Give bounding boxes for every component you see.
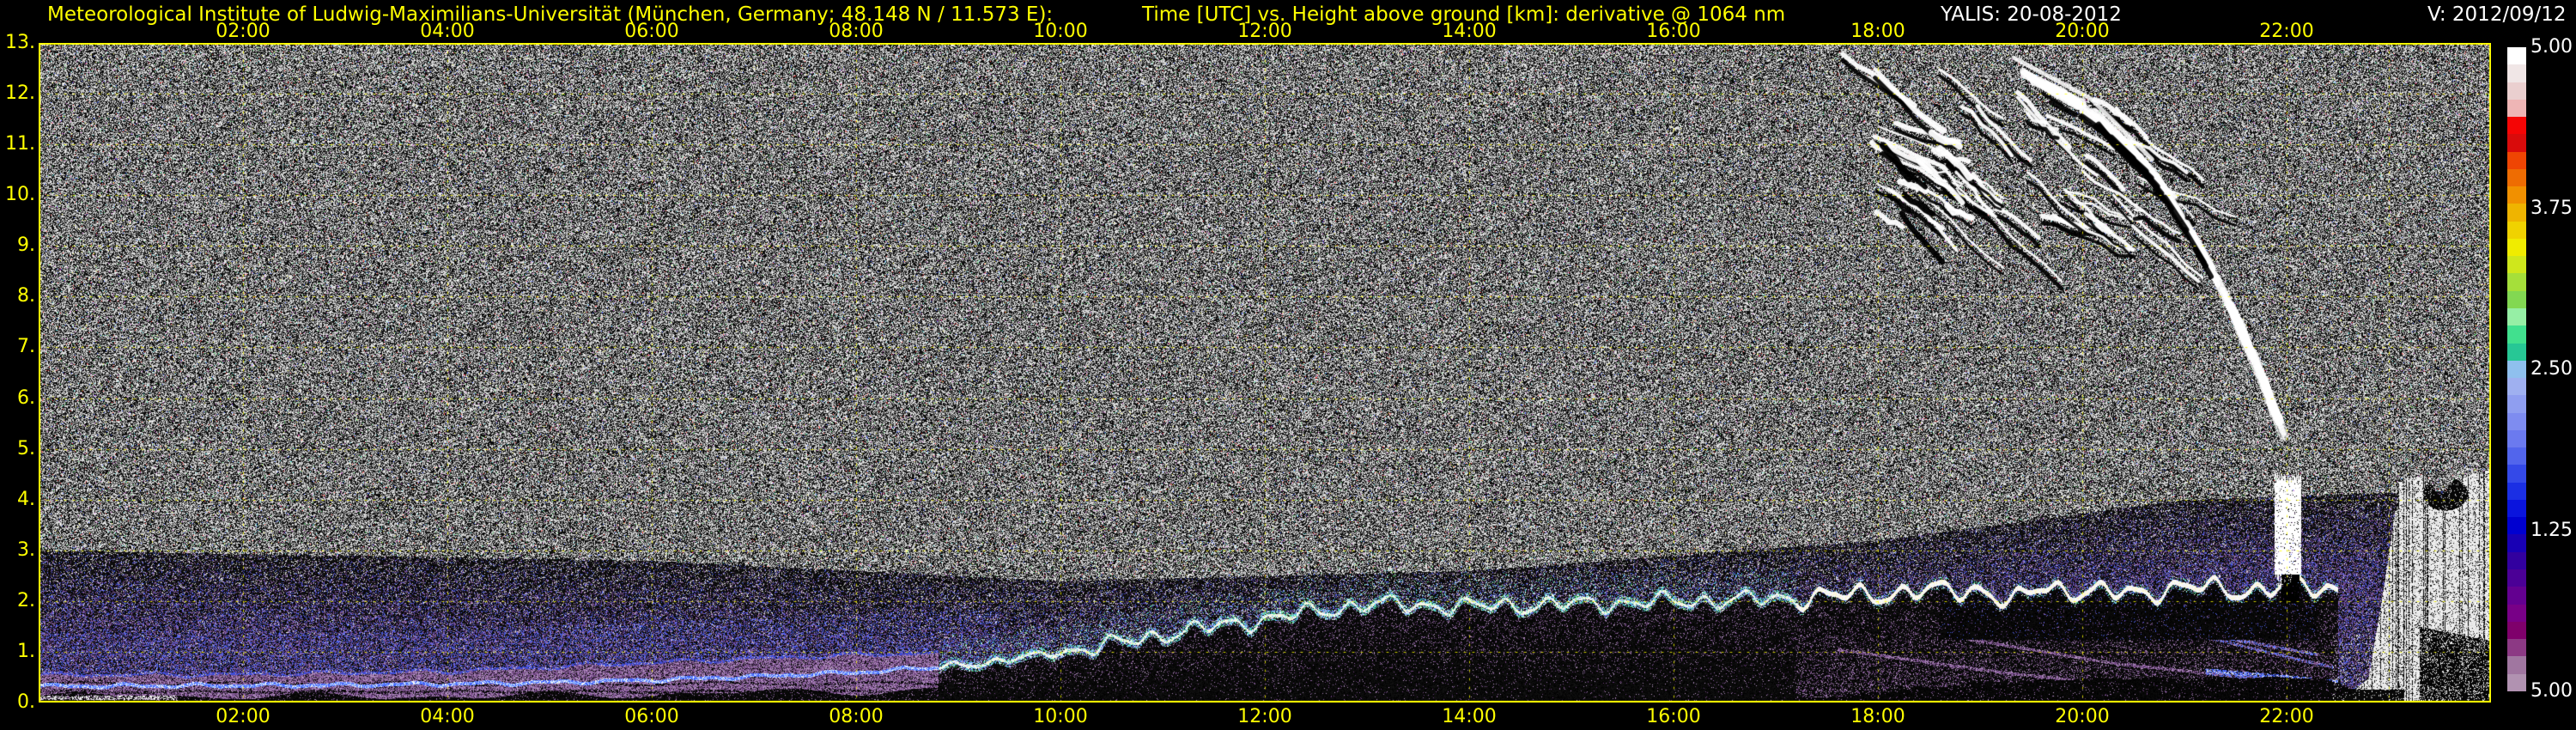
colorbar-segment	[2507, 499, 2526, 518]
x-axis-label-bottom: 02:00	[216, 706, 270, 727]
colorbar-segment	[2507, 99, 2526, 118]
y-axis-label: 3.	[17, 538, 35, 561]
colorbar-segment	[2507, 82, 2526, 100]
colorbar-segment	[2507, 221, 2526, 239]
y-axis-label: 11.	[5, 133, 35, 155]
y-axis-label: 9.	[17, 234, 35, 257]
x-axis-label-bottom: 22:00	[2259, 706, 2314, 727]
colorbar-segment	[2507, 47, 2526, 65]
x-axis-label-bottom: 04:00	[420, 706, 475, 727]
version-label: V: 2012/09/12	[2427, 3, 2567, 26]
colorbar-segment	[2507, 569, 2526, 587]
colorbar-segment	[2507, 604, 2526, 622]
colorbar-segment	[2507, 412, 2526, 430]
x-axis-label-top: 10:00	[1033, 21, 1088, 42]
colorbar-label: 2.50	[2530, 358, 2573, 380]
x-axis-label-bottom: 14:00	[1442, 706, 1497, 727]
x-axis-label-bottom: 08:00	[829, 706, 884, 727]
colorbar-segment	[2507, 325, 2526, 344]
x-axis-label-top: 08:00	[829, 21, 884, 42]
y-axis-label: 5.	[17, 437, 35, 459]
x-axis-label-top: 20:00	[2055, 21, 2110, 42]
colorbar-segment	[2507, 395, 2526, 413]
y-axis-label: 13.	[5, 32, 35, 53]
x-axis-label-top: 22:00	[2259, 21, 2314, 42]
colorbar-segment	[2507, 256, 2526, 274]
colorbar-segment	[2507, 290, 2526, 308]
colorbar-segment	[2507, 186, 2526, 204]
colorbar-segment	[2507, 273, 2526, 291]
x-axis-label-bottom: 10:00	[1033, 706, 1088, 727]
y-axis-label: 0.	[17, 691, 35, 713]
y-axis-label: 12.	[5, 82, 35, 105]
y-axis-label: 6.	[17, 386, 35, 409]
x-axis-label-bottom: 20:00	[2055, 706, 2110, 727]
colorbar-label: 1.25	[2530, 519, 2573, 541]
x-axis-label-top: 02:00	[216, 21, 270, 42]
colorbar-segment	[2507, 587, 2526, 605]
colorbar-segment	[2507, 551, 2526, 569]
colorbar-segment	[2507, 517, 2526, 535]
lidar-quicklook: Meteorological Institute of Ludwig-Maxim…	[0, 0, 2576, 730]
x-axis-label-top: 04:00	[420, 21, 475, 42]
x-axis-label-top: 06:00	[624, 21, 679, 42]
colorbar-segment	[2507, 673, 2526, 691]
colorbar-segment	[2507, 360, 2526, 379]
colorbar-segment	[2507, 465, 2526, 483]
lidar-heatmap-canvas	[39, 43, 2491, 703]
y-axis-label: 7.	[17, 336, 35, 358]
x-axis-label-top: 16:00	[1646, 21, 1701, 42]
colorbar-label: 5.00	[2530, 680, 2573, 702]
x-axis-label-top: 14:00	[1442, 21, 1497, 42]
colorbar-segment	[2507, 134, 2526, 152]
colorbar-segment	[2507, 204, 2526, 222]
colorbar-segment	[2507, 64, 2526, 82]
colorbar-segment	[2507, 656, 2526, 674]
y-axis-label: 2.	[17, 589, 35, 611]
colorbar-segment	[2507, 307, 2526, 326]
x-axis-label-bottom: 16:00	[1646, 706, 1701, 727]
y-axis-label: 10.	[5, 184, 35, 206]
colorbar-segment	[2507, 151, 2526, 169]
x-axis-label-bottom: 06:00	[624, 706, 679, 727]
colorbar-segment	[2507, 117, 2526, 135]
colorbar-label: 5.00	[2530, 36, 2573, 58]
colorbar-segment	[2507, 639, 2526, 657]
y-axis-label: 4.	[17, 488, 35, 510]
colorbar-segment	[2507, 447, 2526, 465]
colorbar-segment	[2507, 429, 2526, 448]
colorbar-segment	[2507, 621, 2526, 640]
colorbar-segment	[2507, 482, 2526, 500]
colorbar-label: 3.75	[2530, 197, 2573, 219]
y-axis-label: 8.	[17, 285, 35, 307]
y-axis-label: 1.	[17, 640, 35, 662]
colorbar-segment	[2507, 238, 2526, 257]
x-axis-label-top: 18:00	[1850, 21, 1905, 42]
colorbar-segment	[2507, 168, 2526, 187]
colorbar-segment	[2507, 378, 2526, 396]
x-axis-label-bottom: 18:00	[1850, 706, 1905, 727]
colorbar-segment	[2507, 343, 2526, 361]
x-axis-label-bottom: 12:00	[1237, 706, 1292, 727]
colorbar	[2507, 47, 2526, 691]
colorbar-segment	[2507, 534, 2526, 552]
x-axis-label-top: 12:00	[1237, 21, 1292, 42]
